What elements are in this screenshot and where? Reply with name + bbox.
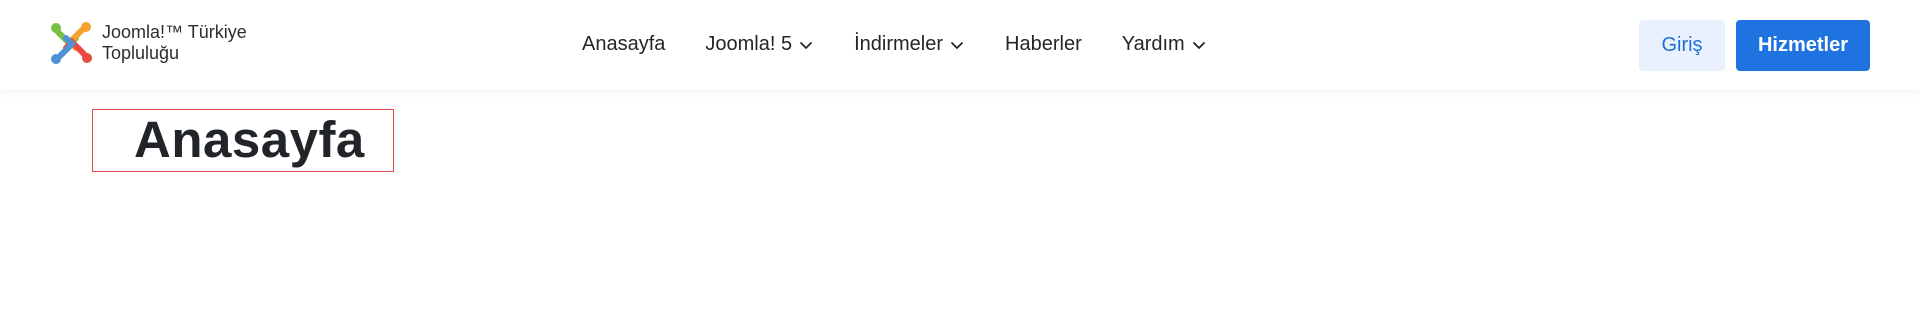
nav-item-label: Yardım — [1121, 33, 1185, 55]
nav-item-yardim[interactable]: Yardım — [1122, 33, 1207, 56]
services-button[interactable]: Hizmetler — [1736, 20, 1870, 71]
chevron-down-icon — [951, 41, 963, 49]
joomla-logo-icon — [51, 22, 92, 64]
chevron-down-icon — [800, 41, 813, 49]
nav-item-indirmeler[interactable]: İndirmeler — [854, 33, 965, 56]
nav-item-joomla-5[interactable]: Joomla! 5 — [705, 33, 814, 56]
chevron-down-icon — [1192, 41, 1205, 49]
nav-item-haberler[interactable]: Haberler — [1005, 33, 1082, 56]
site-name-line-2: Topluluğu — [102, 43, 180, 63]
page-title: Anasayfa — [134, 111, 365, 168]
site-name: Joomla!™ Türkiye Topluluğu — [102, 22, 247, 64]
site-name-line-1: Joomla!™ Türkiye — [102, 22, 247, 42]
main-navigation: Anasayfa Joomla! 5 İndirmeler Haberler Y… — [582, 0, 1207, 89]
nav-item-label: Joomla! 5 — [705, 33, 793, 55]
nav-item-label: İndirmeler — [854, 33, 944, 55]
site-header: Joomla!™ Türkiye Topluluğu Anasayfa Joom… — [0, 0, 1920, 89]
nav-item-label: Haberler — [1005, 33, 1082, 55]
nav-item-label: Anasayfa — [582, 33, 666, 55]
nav-item-anasayfa[interactable]: Anasayfa — [582, 33, 665, 56]
site-logo-link[interactable]: Joomla!™ Türkiye Topluluğu — [48, 20, 247, 66]
login-button[interactable]: Giriş — [1639, 20, 1725, 71]
